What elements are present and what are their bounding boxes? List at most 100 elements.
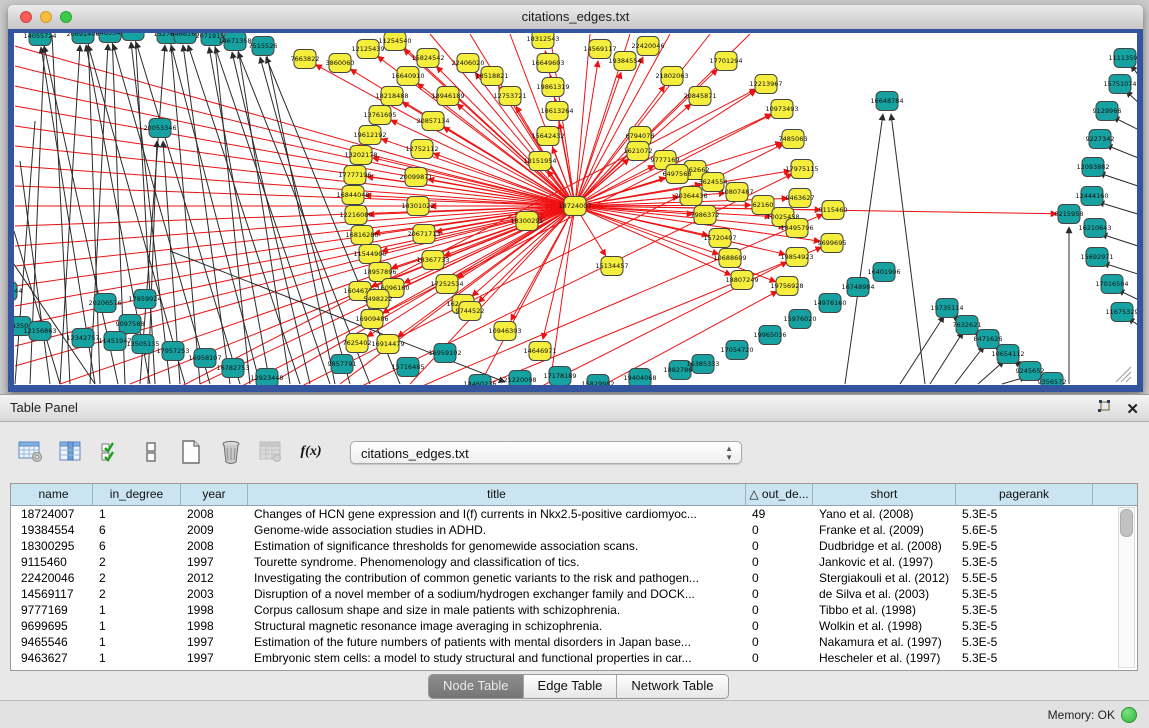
graph-node[interactable]: 17859924 xyxy=(128,290,161,309)
graph-node[interactable]: 18460236 xyxy=(463,375,496,386)
table-cell[interactable]: Tibbo et al. (1998) xyxy=(813,602,956,618)
graph-node[interactable]: 12093882 xyxy=(1076,158,1109,177)
graph-node[interactable]: 16959102 xyxy=(428,344,461,363)
table-scrollbar-thumb[interactable] xyxy=(1120,509,1133,537)
table-cell[interactable]: 2012 xyxy=(181,570,248,586)
table-cell[interactable]: Hescheler et al. (1997) xyxy=(813,650,956,666)
graph-node[interactable]: 12342757 xyxy=(66,329,99,348)
table-cell[interactable]: 5.6E-5 xyxy=(956,522,1093,538)
table-cell[interactable]: Franke et al. (2009) xyxy=(813,522,956,538)
table-cell[interactable]: 1 xyxy=(93,650,181,666)
table-cell[interactable]: 9777169 xyxy=(15,602,93,618)
table-panel-titlebar[interactable]: Table Panel ✕ xyxy=(0,395,1149,422)
graph-node[interactable]: 7625402 xyxy=(343,334,372,353)
graph-node[interactable]: 20053346 xyxy=(143,119,176,138)
table-cell[interactable]: 5.3E-5 xyxy=(956,602,1093,618)
table-cell[interactable]: 2008 xyxy=(181,506,248,522)
graph-node[interactable]: 18613264 xyxy=(540,102,573,121)
float-window-icon[interactable] xyxy=(1096,399,1112,420)
graph-node[interactable]: 16844048 xyxy=(336,186,369,205)
graph-node[interactable]: 8215958 xyxy=(1055,205,1084,224)
graph-node[interactable]: 7663822 xyxy=(291,50,320,69)
table-cell[interactable]: 0 xyxy=(746,554,813,570)
graph-node[interactable]: 9115460 xyxy=(819,201,848,220)
graph-node[interactable]: 17957253 xyxy=(156,342,189,361)
graph-node[interactable]: 20845871 xyxy=(683,87,716,106)
table-cell[interactable]: Tourette syndrome. Phenomenology and cla… xyxy=(248,554,746,570)
table-cell[interactable]: 0 xyxy=(746,650,813,666)
graph-node[interactable]: 11675329 xyxy=(1105,303,1137,322)
table-cell[interactable]: 1 xyxy=(93,634,181,650)
table-cell[interactable]: Embryonic stem cells: a model to study s… xyxy=(248,650,746,666)
table-cell[interactable]: 6 xyxy=(93,538,181,554)
table-cell[interactable]: 1997 xyxy=(181,650,248,666)
graph-node[interactable]: 13761605 xyxy=(363,106,396,125)
table-row[interactable]: 1872400712008Changes of HCN gene express… xyxy=(11,506,1137,522)
table-cell[interactable]: Changes of HCN gene expression and I(f) … xyxy=(248,506,746,522)
graph-node[interactable]: 16649603 xyxy=(531,54,564,73)
unselect-all-icon[interactable] xyxy=(136,437,166,467)
graph-node[interactable]: 10946303 xyxy=(488,322,521,341)
table-cell[interactable]: 5.3E-5 xyxy=(956,554,1093,570)
table-cell[interactable]: 0 xyxy=(746,634,813,650)
table-cell[interactable]: 9463627 xyxy=(15,650,93,666)
graph-node[interactable]: 12216080 xyxy=(339,206,372,225)
graph-node[interactable]: 9227342 xyxy=(1086,130,1115,149)
table-cell[interactable]: Structural magnetic resonance image aver… xyxy=(248,618,746,634)
graph-node[interactable]: 17975115 xyxy=(785,160,818,179)
show-columns-icon[interactable] xyxy=(56,437,86,467)
table-cell[interactable]: 14569117 xyxy=(15,586,93,602)
graph-node[interactable]: 14976160 xyxy=(813,294,846,313)
table-cell[interactable]: 1 xyxy=(93,602,181,618)
column-header-name[interactable]: name xyxy=(15,484,93,505)
graph-node[interactable]: 9097588 xyxy=(116,315,145,334)
table-cell[interactable]: 0 xyxy=(746,570,813,586)
table-cell[interactable]: 0 xyxy=(746,602,813,618)
table-cell[interactable]: 0 xyxy=(746,538,813,554)
table-row[interactable]: 1830029562008Estimation of significance … xyxy=(11,538,1137,554)
graph-node[interactable]: 15735114 xyxy=(930,299,963,318)
table-cell[interactable]: 2 xyxy=(93,554,181,570)
table-cell[interactable]: Dudbridge et al. (2008) xyxy=(813,538,956,554)
graph-node[interactable]: 19854923 xyxy=(780,248,813,267)
graph-node[interactable]: 10973493 xyxy=(765,100,798,119)
graph-node[interactable]: 22406020 xyxy=(451,54,484,73)
table-cell[interactable]: 0 xyxy=(746,618,813,634)
table-cell[interactable]: 18300295 xyxy=(15,538,93,554)
new-document-icon[interactable] xyxy=(176,437,206,467)
graph-node[interactable]: 16648784 xyxy=(870,92,903,111)
table-selector-dropdown[interactable]: citations_edges.txt ▲▼ xyxy=(350,441,742,464)
table-cell[interactable]: 5.3E-5 xyxy=(956,586,1093,602)
graph-node[interactable]: 18312543 xyxy=(526,33,559,49)
table-cell[interactable]: 5.3E-5 xyxy=(956,506,1093,522)
graph-node[interactable]: 7986372 xyxy=(691,206,720,225)
graph-node[interactable]: 15134457 xyxy=(595,257,628,276)
table-cell[interactable]: 5.3E-5 xyxy=(956,650,1093,666)
graph-node[interactable]: 11113594 xyxy=(1108,49,1137,68)
graph-node[interactable]: 15824542 xyxy=(411,49,444,68)
table-cell[interactable]: 49 xyxy=(746,506,813,522)
column-header-pagerank[interactable]: pagerank xyxy=(956,484,1093,505)
graph-node[interactable]: 16748984 xyxy=(841,278,874,297)
graph-node[interactable]: 1621072 xyxy=(624,142,653,161)
table-cell[interactable]: 19384554 xyxy=(15,522,93,538)
graph-node[interactable]: 19404068 xyxy=(623,369,656,386)
tab-node-table[interactable]: Node Table xyxy=(429,675,524,698)
table-cell[interactable]: 5.5E-5 xyxy=(956,570,1093,586)
graph-node[interactable]: 9463627 xyxy=(786,189,815,208)
table-cell[interactable]: de Silva et al. (2003) xyxy=(813,586,956,602)
column-header-in_degree[interactable]: in_degree xyxy=(93,484,181,505)
graph-node[interactable]: 7515526 xyxy=(249,37,278,56)
table-cell[interactable]: 5.9E-5 xyxy=(956,538,1093,554)
table-cell[interactable]: 1998 xyxy=(181,618,248,634)
table-cell[interactable]: 9699695 xyxy=(15,618,93,634)
graph-node[interactable]: 5498222 xyxy=(364,290,393,309)
table-cell[interactable]: 1 xyxy=(93,618,181,634)
table-header-row[interactable]: namein_degreeyeartitle△ out_de...shortpa… xyxy=(11,484,1137,506)
window-titlebar[interactable]: citations_edges.txt xyxy=(8,5,1143,30)
column-header-short[interactable]: short xyxy=(813,484,956,505)
table-cell[interactable]: Nakamura et al. (1997) xyxy=(813,634,956,650)
table-row[interactable]: 946362711997Embryonic stem cells: a mode… xyxy=(11,650,1137,666)
graph-node[interactable]: 12444160 xyxy=(1075,187,1108,206)
graph-node[interactable]: 7632621 xyxy=(953,316,982,335)
